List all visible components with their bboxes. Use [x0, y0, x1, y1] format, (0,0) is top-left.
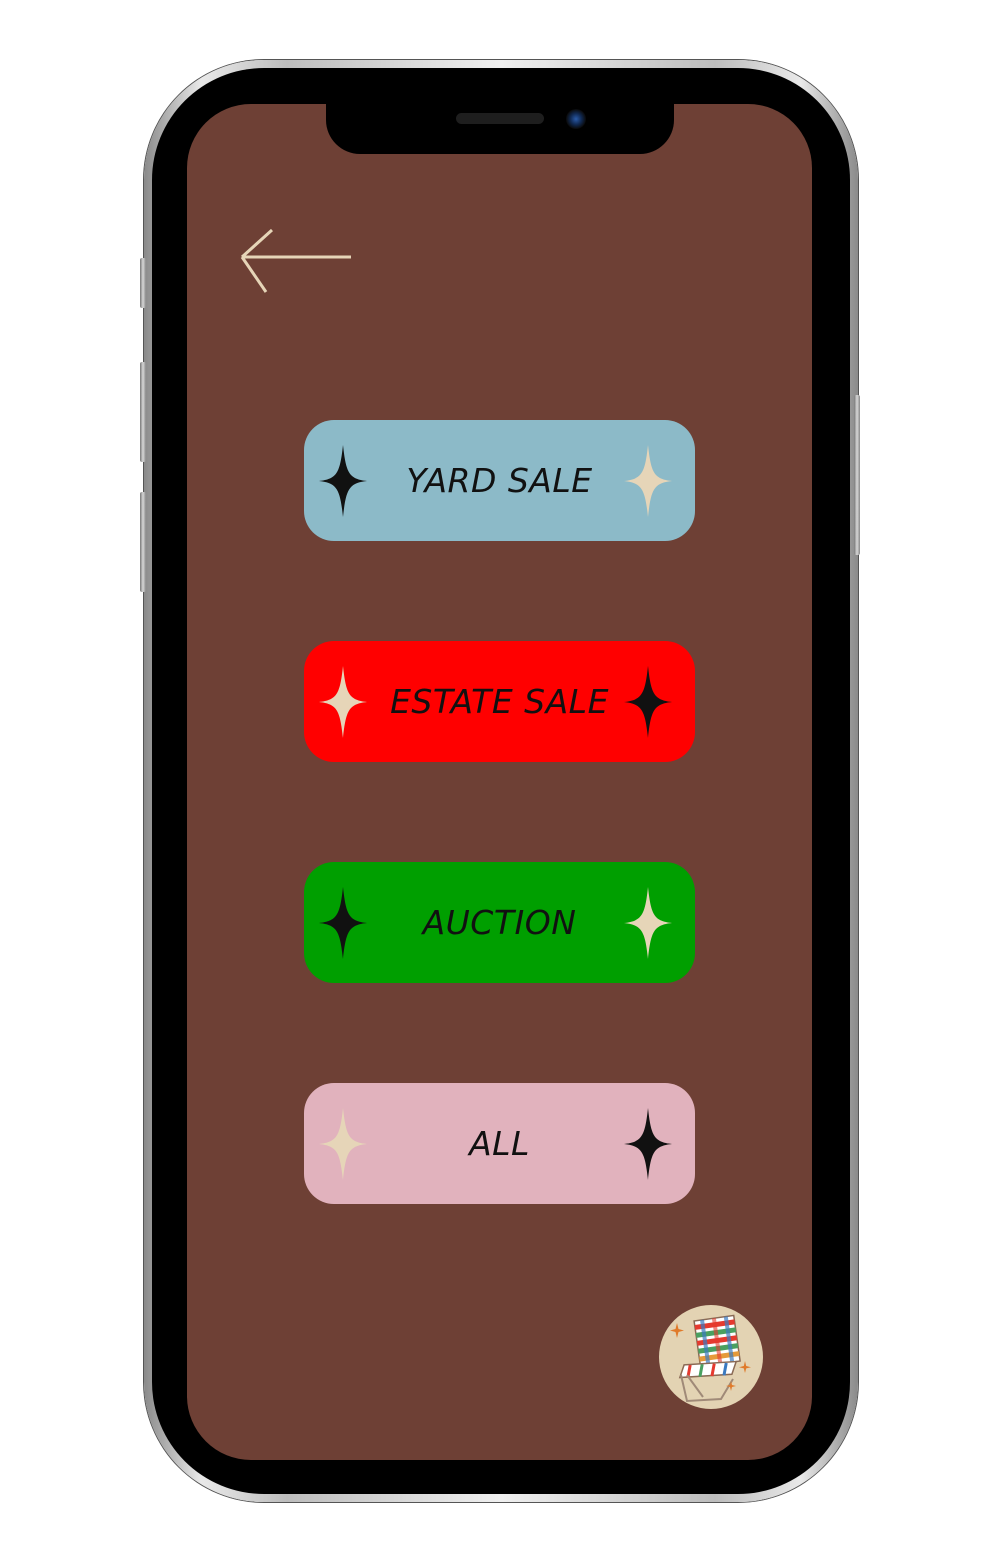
auction-button[interactable]: AUCTION: [304, 862, 695, 983]
arrow-left-icon: [240, 228, 351, 293]
mute-switch: [140, 258, 146, 308]
back-button[interactable]: [236, 226, 356, 296]
sparkle-icon: [624, 666, 672, 738]
sparkle-icon: [624, 1108, 672, 1180]
power-button: [854, 395, 860, 555]
volume-up-button: [140, 362, 146, 462]
sparkle-icon: [624, 887, 672, 959]
estate-sale-button[interactable]: ESTATE SALE: [304, 641, 695, 762]
earpiece-speaker: [456, 113, 544, 124]
yard-sale-button[interactable]: YARD SALE: [304, 420, 695, 541]
all-button[interactable]: ALL: [304, 1083, 695, 1204]
lawn-chair-logo-icon: [670, 1314, 751, 1403]
lawn-chair-logo[interactable]: [659, 1305, 763, 1409]
sparkle-icon: [624, 445, 672, 517]
volume-down-button: [140, 492, 146, 592]
front-camera: [566, 109, 586, 129]
notch: [326, 104, 674, 154]
app-screen: [187, 104, 812, 1460]
